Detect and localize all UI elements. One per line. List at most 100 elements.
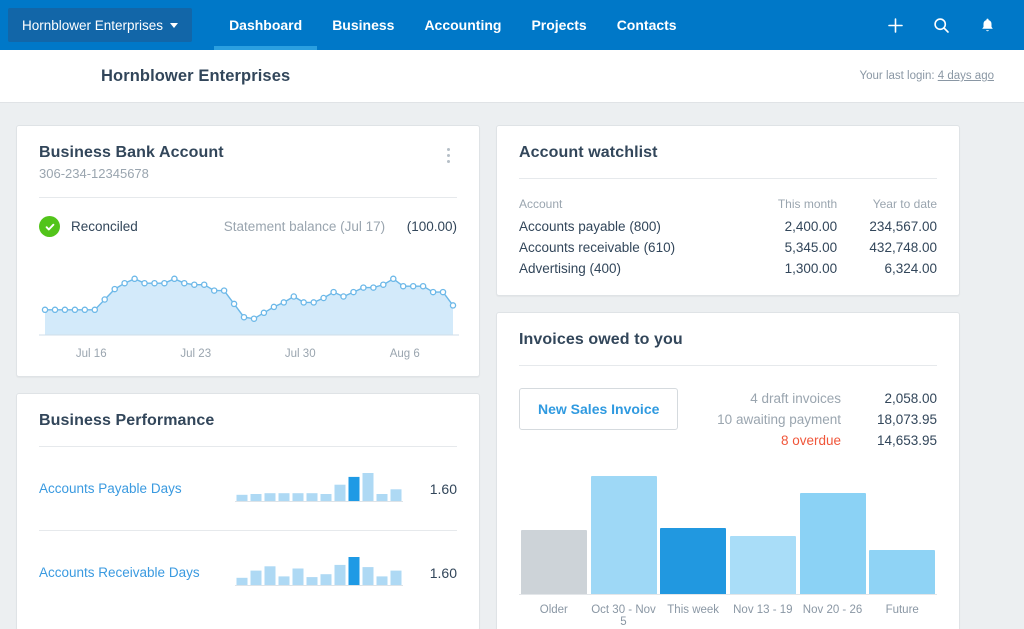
statement-balance-value: (100.00) xyxy=(406,219,457,234)
table-row[interactable]: Advertising (400) 1,300.00 6,324.00 xyxy=(519,258,937,279)
this-month-value: 2,400.00 xyxy=(784,219,838,234)
bar xyxy=(660,527,727,594)
add-icon[interactable] xyxy=(876,6,914,44)
bar-label: Future xyxy=(885,604,919,616)
invoice-stats: 4 draft invoices 2,058.00 10 awaiting pa… xyxy=(717,388,937,451)
axis-tick: Aug 6 xyxy=(389,348,420,360)
reconciled-label: Reconciled xyxy=(71,219,138,234)
account-watchlist-card: Account watchlist Account This month Yea… xyxy=(496,125,960,296)
divider xyxy=(519,365,937,366)
nav-label: Business xyxy=(332,17,395,33)
accounts-payable-days-value: 1.60 xyxy=(429,480,457,497)
notifications-bell-icon[interactable] xyxy=(968,6,1006,44)
overdue-label: 8 overdue xyxy=(780,433,841,448)
bar xyxy=(729,536,796,594)
bar-label: Nov 13 - 19 xyxy=(733,604,793,616)
draft-invoices-amount: 2,058.00 xyxy=(884,391,937,406)
bar-column[interactable] xyxy=(589,473,659,594)
bank-card-title: Business Bank Account xyxy=(39,144,224,161)
bank-chart-axis-labels: Jul 16 Jul 23 Jul 30 Aug 6 xyxy=(39,348,457,360)
table-row[interactable]: Accounts receivable (610) 5,345.00 432,7… xyxy=(519,237,937,258)
invoices-owed-card: Invoices owed to you New Sales Invoice 4… xyxy=(496,312,960,629)
account-name[interactable]: Accounts payable (800) xyxy=(519,216,750,237)
bank-balance-area-chart[interactable] xyxy=(39,253,459,342)
accounts-receivable-sparkline xyxy=(235,553,403,592)
bar-column[interactable] xyxy=(798,473,868,594)
bar-column[interactable] xyxy=(519,473,589,594)
table-row[interactable]: Accounts payable (800) 2,400.00 234,567.… xyxy=(519,216,937,237)
nav-item-accounting[interactable]: Accounting xyxy=(409,0,516,50)
nav-label: Dashboard xyxy=(229,17,303,33)
nav-item-projects[interactable]: Projects xyxy=(516,0,601,50)
bar xyxy=(520,530,587,594)
invoice-stat-draft[interactable]: 4 draft invoices 2,058.00 xyxy=(717,388,937,409)
ytd-value: 432,748.00 xyxy=(869,240,937,255)
statement-balance-label: Statement balance (Jul 17) xyxy=(223,219,386,234)
bank-card-header: Business Bank Account 306-234-12345678 xyxy=(39,144,457,181)
account-name[interactable]: Accounts receivable (610) xyxy=(519,237,750,258)
this-month-value: 5,345.00 xyxy=(784,240,838,255)
divider xyxy=(39,197,457,198)
column-header-year-to-date: Year to date xyxy=(872,197,937,211)
check-circle-icon xyxy=(39,216,60,237)
column-header-account: Account xyxy=(519,197,563,211)
awaiting-payment-label: 10 awaiting payment xyxy=(717,412,841,427)
performance-row-receivable: Accounts Receivable Days 1.60 xyxy=(39,530,457,614)
accounts-payable-days-link[interactable]: Accounts Payable Days xyxy=(39,481,235,496)
ytd-value: 6,324.00 xyxy=(884,261,937,276)
accounts-payable-sparkline xyxy=(235,469,403,508)
overdue-amount: 14,653.95 xyxy=(876,433,937,448)
nav-item-business[interactable]: Business xyxy=(317,0,409,50)
performance-card-title: Business Performance xyxy=(39,412,215,429)
this-month-value: 1,300.00 xyxy=(784,261,838,276)
column-header-this-month: This month xyxy=(777,197,838,211)
bar-column[interactable] xyxy=(658,473,728,594)
divider xyxy=(519,178,937,179)
reconciliation-status-row: Reconciled Statement balance (Jul 17) (1… xyxy=(39,216,457,237)
watchlist-table: Account This month Year to date Accounts… xyxy=(519,197,937,279)
bar-column[interactable] xyxy=(728,473,798,594)
bank-account-number: 306-234-12345678 xyxy=(39,166,149,181)
top-navigation-bar: Hornblower Enterprises Dashboard Busines… xyxy=(0,0,1024,50)
nav-label: Projects xyxy=(531,17,587,33)
bar-label: This week xyxy=(667,604,720,616)
bar xyxy=(869,550,936,594)
nav-item-contacts[interactable]: Contacts xyxy=(602,0,692,50)
right-column: Account watchlist Account This month Yea… xyxy=(496,125,960,629)
draft-invoices-label: 4 draft invoices xyxy=(750,391,841,406)
nav-item-dashboard[interactable]: Dashboard xyxy=(214,0,318,50)
invoices-bar-chart[interactable] xyxy=(519,473,937,595)
page-subheader: Hornblower Enterprises Your last login: … xyxy=(0,50,1024,103)
account-name[interactable]: Advertising (400) xyxy=(519,258,750,279)
bar-column[interactable] xyxy=(867,473,937,594)
primary-nav-links: Dashboard Business Accounting Projects C… xyxy=(214,0,692,50)
axis-tick: Jul 30 xyxy=(284,348,316,360)
invoices-card-title: Invoices owed to you xyxy=(519,331,683,348)
nav-action-icons xyxy=(876,0,1024,50)
invoices-bar-chart-labels: Older Oct 30 - Nov 5 This week Nov 13 - 19 N… xyxy=(519,604,937,628)
accounts-receivable-days-link[interactable]: Accounts Receivable Days xyxy=(39,565,235,580)
awaiting-payment-amount: 18,073.95 xyxy=(876,412,937,427)
nav-label: Accounting xyxy=(424,17,502,33)
business-bank-account-card: Business Bank Account 306-234-12345678 R… xyxy=(16,125,480,377)
kebab-menu-icon[interactable] xyxy=(439,144,457,166)
invoice-stat-awaiting[interactable]: 10 awaiting payment 18,073.95 xyxy=(717,409,937,430)
bar-label: Nov 20 - 26 xyxy=(802,604,863,616)
bar xyxy=(590,476,657,594)
dashboard-board: Business Bank Account 306-234-12345678 R… xyxy=(0,103,1024,629)
invoice-stat-overdue[interactable]: 8 overdue 14,653.95 xyxy=(717,430,937,451)
search-icon[interactable] xyxy=(922,6,960,44)
ytd-value: 234,567.00 xyxy=(869,219,937,234)
organization-name: Hornblower Enterprises xyxy=(22,17,164,33)
last-login-note: Your last login: 4 days ago xyxy=(860,70,994,82)
performance-row-payable: Accounts Payable Days 1.60 xyxy=(39,447,457,530)
axis-tick: Jul 23 xyxy=(180,348,212,360)
last-login-link[interactable]: 4 days ago xyxy=(938,70,994,82)
invoices-summary: New Sales Invoice 4 draft invoices 2,058… xyxy=(519,388,937,451)
organization-switcher-button[interactable]: Hornblower Enterprises xyxy=(8,8,193,42)
bar-label: Older xyxy=(539,604,568,616)
watchlist-card-title: Account watchlist xyxy=(519,144,658,161)
new-sales-invoice-button[interactable]: New Sales Invoice xyxy=(519,388,679,430)
bar-label: Oct 30 - Nov 5 xyxy=(591,604,656,628)
page-title: Hornblower Enterprises xyxy=(101,66,291,85)
